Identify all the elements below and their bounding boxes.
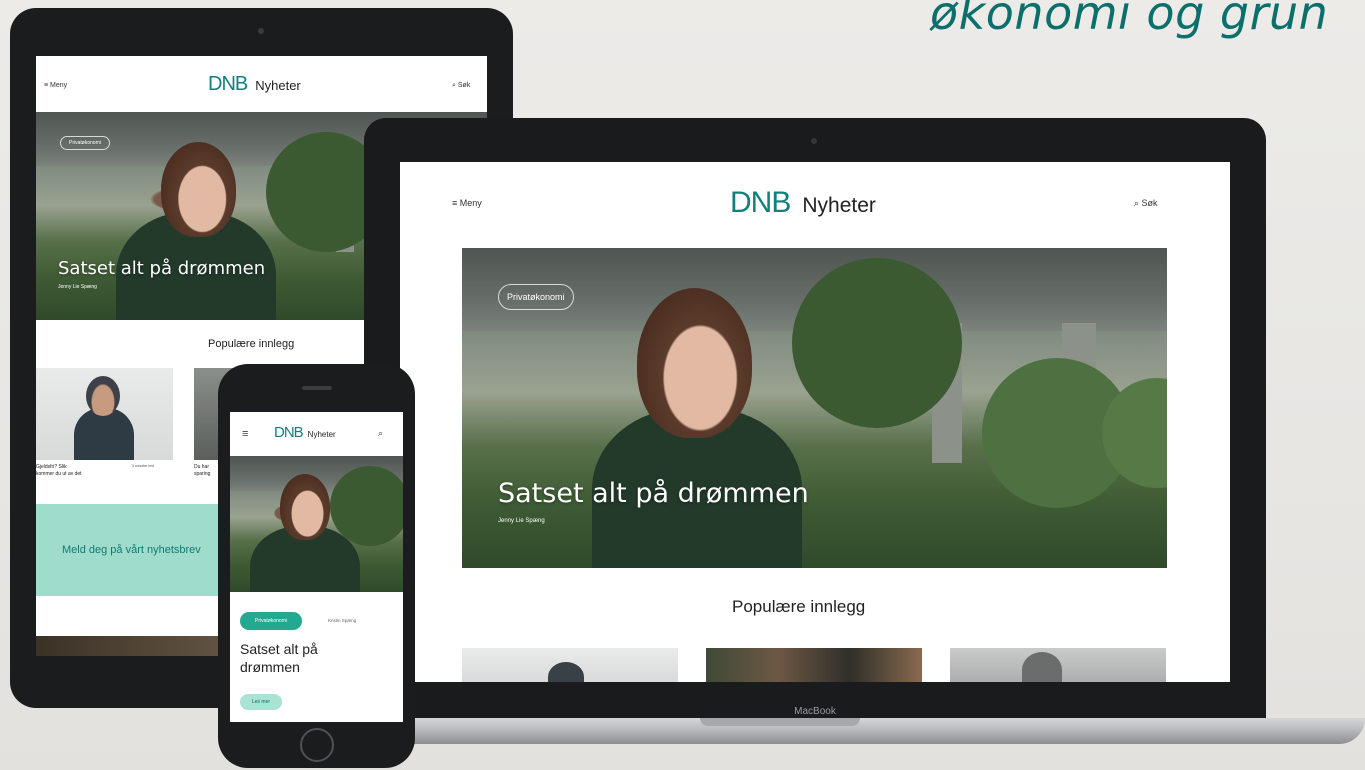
laptop-hero-title[interactable]: Satset alt på drømmen bbox=[498, 478, 809, 509]
tablet-logo-name: Nyheter bbox=[255, 78, 301, 93]
tablet-hero-byline: Jenny Lie Spæng bbox=[58, 284, 97, 290]
phone-category-button[interactable]: Privatøkonomi bbox=[240, 612, 302, 630]
laptop-popular-heading: Populære innlegg bbox=[732, 597, 866, 616]
hamburger-icon: ≡ bbox=[242, 428, 249, 440]
tagline-text: økonomi og grun bbox=[930, 0, 1329, 40]
laptop-search-button[interactable]: ⌕ Søk bbox=[1134, 198, 1158, 209]
phone-screen: ≡ DNB Nyheter ⌕ Privatøkonomi Kristin Sp… bbox=[230, 412, 403, 722]
phone-search-button[interactable]: ⌕ bbox=[378, 428, 383, 439]
tablet-card-2-title[interactable]: Du har sparing bbox=[194, 464, 210, 478]
tablet-card-1-meta: 3 minutter lest bbox=[132, 464, 154, 468]
tablet-logo-mark: DNB bbox=[208, 73, 248, 95]
phone-hero-image[interactable] bbox=[230, 456, 403, 592]
laptop-menu-label: Meny bbox=[459, 198, 482, 208]
tablet-card-1-title-line2: kommer du ut av det bbox=[36, 471, 82, 477]
phone-device: ≡ DNB Nyheter ⌕ Privatøkonomi Kristin Sp… bbox=[218, 364, 415, 768]
hamburger-icon: ≡ bbox=[452, 198, 460, 208]
laptop-camera bbox=[811, 138, 817, 144]
tablet-search-button[interactable]: ⌕ Søk bbox=[452, 82, 470, 90]
laptop-hero-image[interactable]: Privatøkonomi Satset alt på drømmen Jenn… bbox=[462, 248, 1167, 568]
phone-logo[interactable]: DNB Nyheter bbox=[274, 424, 336, 441]
tablet-camera bbox=[258, 28, 264, 34]
tablet-menu-button[interactable]: ≡ Meny bbox=[44, 82, 67, 89]
laptop-logo[interactable]: DNB Nyheter bbox=[730, 186, 876, 220]
tablet-newsletter-label: Meld deg på vårt nyhetsbrev bbox=[62, 544, 201, 556]
tablet-card-image-1[interactable] bbox=[36, 368, 173, 460]
laptop-card-image-3[interactable] bbox=[950, 648, 1166, 682]
tablet-category-pill[interactable]: Privatøkonomi bbox=[60, 136, 110, 150]
tablet-card-2-title-line2: sparing bbox=[194, 471, 211, 477]
phone-logo-name: Nyheter bbox=[307, 430, 336, 439]
laptop-category-pill[interactable]: Privatøkonomi bbox=[498, 284, 574, 310]
laptop-search-label: Søk bbox=[1141, 198, 1158, 208]
laptop-device: ≡ Meny DNB Nyheter ⌕ Søk Privatøkonomi S… bbox=[364, 118, 1266, 718]
tablet-menu-label: Meny bbox=[50, 82, 68, 89]
phone-speaker bbox=[302, 386, 332, 390]
tablet-card-2-title-line1: Du har bbox=[194, 464, 210, 470]
laptop-menu-button[interactable]: ≡ Meny bbox=[452, 198, 482, 208]
phone-home-button[interactable] bbox=[300, 728, 334, 762]
phone-read-more-button[interactable]: Les mer bbox=[240, 694, 282, 710]
laptop-card-image-1[interactable] bbox=[462, 648, 678, 682]
phone-menu-button[interactable]: ≡ bbox=[242, 428, 248, 440]
laptop-screen: ≡ Meny DNB Nyheter ⌕ Søk Privatøkonomi S… bbox=[400, 162, 1230, 682]
phone-title-line1: Satset alt på bbox=[240, 641, 318, 657]
laptop-card-image-2[interactable] bbox=[706, 648, 922, 682]
phone-logo-mark: DNB bbox=[274, 424, 304, 441]
search-icon: ⌕ bbox=[378, 428, 384, 438]
laptop-logo-name: Nyheter bbox=[802, 194, 876, 217]
tablet-search-label: Søk bbox=[457, 82, 471, 89]
tablet-popular-heading: Populære innlegg bbox=[208, 338, 295, 350]
laptop-brand-label: MacBook bbox=[794, 706, 836, 717]
tablet-card-1-title-line1: Gjeldsfri? Slik bbox=[36, 464, 67, 470]
laptop-notch bbox=[700, 718, 860, 726]
laptop-hero-byline: Jenny Lie Spæng bbox=[498, 518, 545, 524]
search-icon: ⌕ bbox=[1134, 198, 1142, 208]
tablet-hero-title[interactable]: Satset alt på drømmen bbox=[58, 258, 265, 279]
laptop-logo-mark: DNB bbox=[730, 186, 791, 219]
phone-title-line2: drømmen bbox=[240, 659, 300, 675]
tablet-card-1-title[interactable]: Gjeldsfri? Slik kommer du ut av det bbox=[36, 464, 82, 478]
tablet-logo[interactable]: DNB Nyheter bbox=[208, 73, 301, 96]
phone-author: Kristin Spæng bbox=[328, 618, 357, 623]
phone-article-title[interactable]: Satset alt på drømmen bbox=[240, 640, 318, 676]
